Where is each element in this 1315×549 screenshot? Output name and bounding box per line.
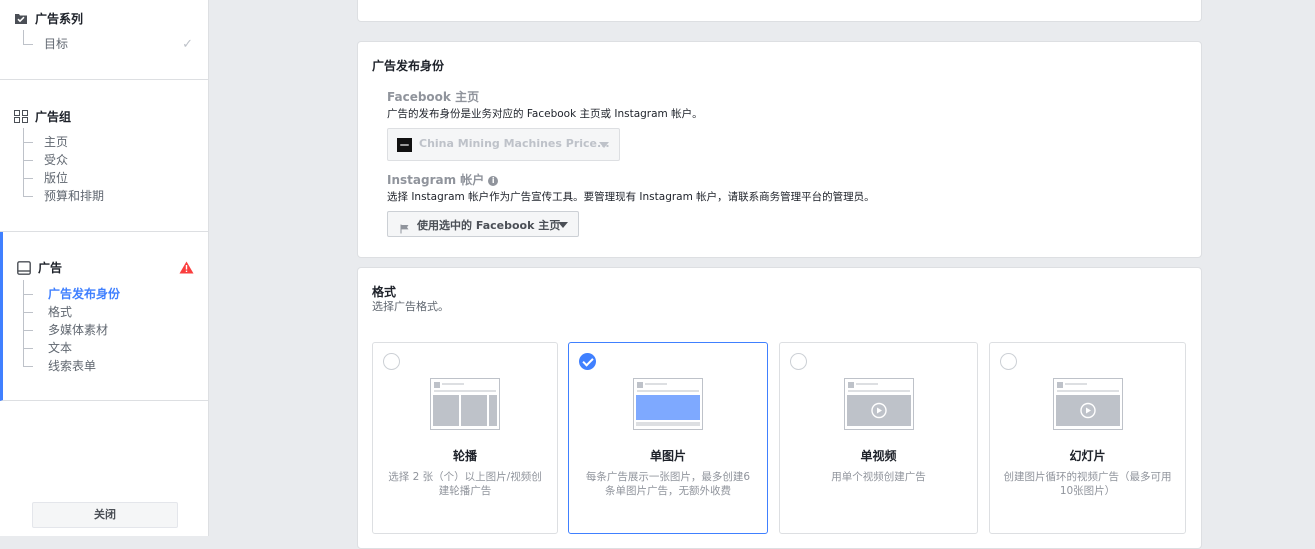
sidebar-item-media[interactable]: 多媒体素材: [48, 321, 108, 339]
sidebar-item-objective[interactable]: 目标: [44, 35, 68, 53]
format-option-slideshow[interactable]: 幻灯片 创建图片循环的视频广告（最多可用10张图片）: [989, 342, 1186, 534]
sidebar: 广告系列 目标 ✓ 广告组 主页 受众 版位 预算和排期 广告 广告发布身份 格…: [0, 0, 209, 536]
sidebar-item-budget-schedule[interactable]: 预算和排期: [44, 187, 104, 205]
instagram-select-value: 使用选中的 Facebook 主页: [417, 219, 561, 232]
sidebar-item-placements[interactable]: 版位: [44, 169, 68, 187]
info-icon[interactable]: i: [488, 176, 499, 186]
format-name-single-image: 单图片: [649, 449, 686, 463]
sidebar-section-campaign: 广告系列 目标 ✓: [0, 0, 208, 80]
sidebar-adset-header[interactable]: 广告组: [14, 108, 71, 125]
campaign-folder-icon: [14, 12, 28, 26]
sidebar-campaign-title: 广告系列: [35, 12, 84, 26]
sidebar-item-format[interactable]: 格式: [48, 303, 72, 321]
format-option-single-image[interactable]: 单图片 每条广告展示一张图片，最多创建6条单图片广告，无额外收费: [568, 342, 768, 534]
sidebar-item-page[interactable]: 主页: [44, 133, 68, 151]
slideshow-thumbnail-icon: [1052, 378, 1123, 430]
format-desc-single-image: 每条广告展示一张图片，最多创建6条单图片广告，无额外收费: [585, 471, 751, 497]
sidebar-campaign-header[interactable]: 广告系列: [14, 10, 83, 27]
sidebar-item-ad-identity[interactable]: 广告发布身份: [48, 285, 120, 303]
facebook-page-description: 广告的发布身份是业务对应的 Facebook 主页或 Instagram 帐户。: [387, 108, 703, 120]
sidebar-ad-title: 广告: [38, 261, 63, 275]
chevron-down-icon: [599, 142, 609, 148]
chevron-down-icon: [558, 222, 568, 228]
format-name-carousel: 轮播: [452, 449, 477, 463]
facebook-page-heading: Facebook 主页: [387, 90, 480, 104]
sidebar-item-text[interactable]: 文本: [48, 339, 72, 357]
instagram-account-heading-text: Instagram 帐户: [387, 173, 485, 187]
ad-identity-title: 广告发布身份: [372, 59, 445, 73]
format-option-carousel[interactable]: 轮播 选择 2 张（个）以上图片/视频创建轮播广告: [372, 342, 558, 534]
radio-button[interactable]: [790, 353, 807, 370]
format-desc-slideshow: 创建图片循环的视频广告（最多可用10张图片）: [1003, 471, 1172, 497]
format-desc-single-video: 用单个视频创建广告: [831, 471, 926, 483]
single-video-thumbnail-icon: [843, 378, 914, 430]
radio-button[interactable]: [383, 353, 400, 370]
sidebar-adset-title: 广告组: [35, 110, 72, 124]
page-logo-icon: [397, 138, 412, 152]
instagram-account-select[interactable]: 使用选中的 Facebook 主页: [387, 211, 579, 237]
sidebar-item-audience[interactable]: 受众: [44, 151, 68, 169]
format-desc-carousel: 选择 2 张（个）以上图片/视频创建轮播广告: [388, 471, 542, 497]
instagram-account-description: 选择 Instagram 帐户作为广告宣传工具。要管理现有 Instagram …: [387, 191, 875, 203]
sidebar-ad-header[interactable]: 广告: [17, 259, 62, 276]
ad-preview-icon: [17, 260, 31, 275]
facebook-page-value: China Mining Machines Price...: [419, 137, 610, 150]
previous-section-card: [357, 0, 1202, 22]
format-name-slideshow: 幻灯片: [1069, 449, 1106, 463]
radio-button-checked[interactable]: [579, 353, 596, 370]
grid-icon: [14, 110, 28, 124]
facebook-page-select[interactable]: China Mining Machines Price...: [387, 128, 620, 161]
warning-icon: [179, 259, 194, 278]
sidebar-section-ad: 广告 广告发布身份 格式 多媒体素材 文本 线索表单: [0, 232, 208, 401]
format-option-single-video[interactable]: 单视频 用单个视频创建广告: [779, 342, 978, 534]
format-subtitle: 选择广告格式。: [372, 300, 449, 313]
ad-identity-card: 广告发布身份 Facebook 主页 广告的发布身份是业务对应的 Faceboo…: [357, 41, 1202, 258]
flag-icon: [400, 219, 410, 238]
sidebar-item-lead-form[interactable]: 线索表单: [48, 357, 96, 375]
close-button[interactable]: 关闭: [32, 502, 178, 528]
single-image-thumbnail-icon: [633, 378, 703, 430]
carousel-thumbnail-icon: [430, 378, 500, 430]
radio-button[interactable]: [1000, 353, 1017, 370]
sidebar-section-adset: 广告组 主页 受众 版位 预算和排期: [0, 80, 208, 232]
format-card: 格式 选择广告格式。 轮播 选择 2 张（个）以上图片/视频创建轮播广告 单图片…: [357, 267, 1202, 549]
instagram-account-heading: Instagram 帐户 i: [387, 171, 499, 188]
check-icon: ✓: [182, 37, 193, 52]
format-name-single-video: 单视频: [860, 449, 897, 463]
